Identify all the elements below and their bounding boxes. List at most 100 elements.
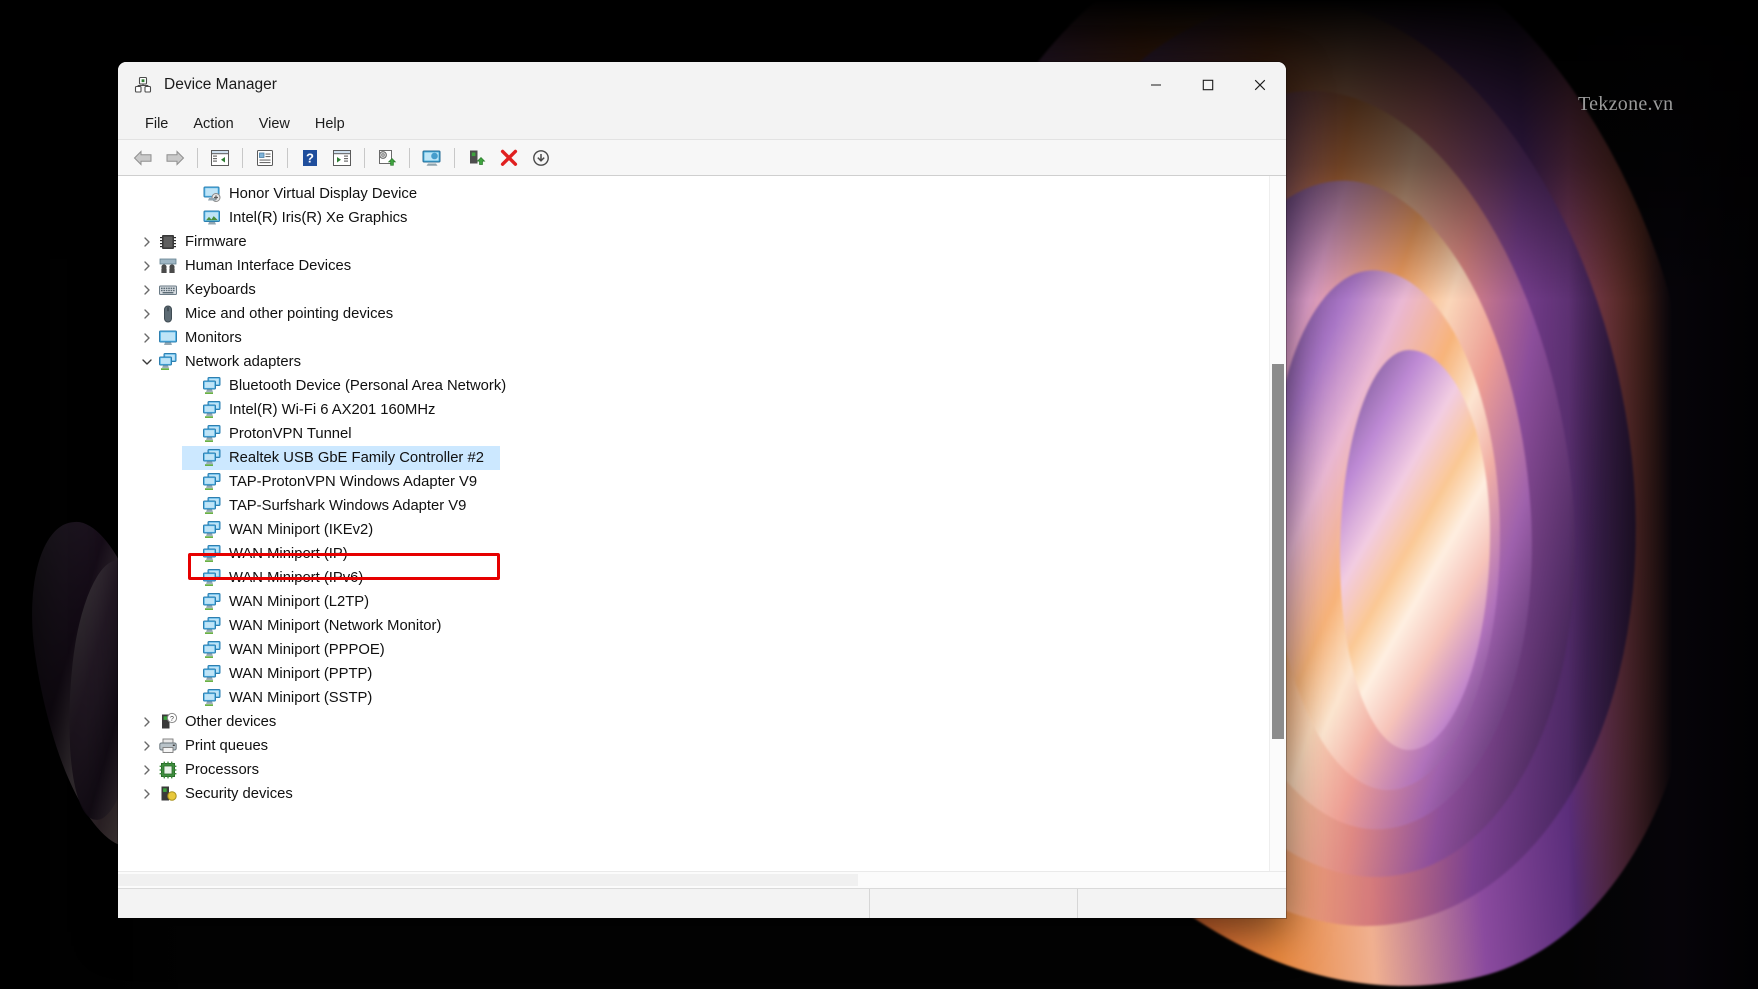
tree-row[interactable]: Firmware <box>118 230 1269 254</box>
tree-row[interactable]: Network adapters <box>118 350 1269 374</box>
tree-row[interactable]: WAN Miniport (L2TP) <box>118 590 1269 614</box>
tree-row-label: Security devices <box>185 786 293 802</box>
chevron-right-icon[interactable] <box>138 758 156 782</box>
network-adapter-icon <box>202 472 222 492</box>
network-adapter-icon <box>202 664 222 684</box>
minimize-button[interactable] <box>1130 62 1182 108</box>
chevron-right-icon[interactable] <box>138 254 156 278</box>
scan-for-hardware-changes-icon[interactable] <box>417 144 447 172</box>
chevron-right-icon[interactable] <box>138 326 156 350</box>
device-tree[interactable]: Honor Virtual Display Device Intel(R) Ir… <box>118 176 1269 871</box>
show-hide-console-tree-icon[interactable] <box>205 144 235 172</box>
tree-row[interactable]: Print queues <box>118 734 1269 758</box>
tree-row[interactable]: ? Other devices <box>118 710 1269 734</box>
menu-item-action[interactable]: Action <box>182 113 244 135</box>
tree-row-label: WAN Miniport (SSTP) <box>229 690 372 706</box>
toolbar-separator <box>409 148 410 168</box>
tree-row[interactable]: WAN Miniport (IPv6) <box>118 566 1269 590</box>
site-watermark: Tekzone.vn <box>1578 93 1673 116</box>
tree-row[interactable]: TAP-ProtonVPN Windows Adapter V9 <box>118 470 1269 494</box>
show-hide-action-pane-icon[interactable] <box>327 144 357 172</box>
network-adapter-icon <box>202 640 222 660</box>
monitor-icon <box>158 328 178 348</box>
keyboard-icon <box>158 280 178 300</box>
device-manager-window: Device Manager File Action View Help <box>118 62 1286 918</box>
tree-row-label: Firmware <box>185 234 247 250</box>
tree-row-label: Other devices <box>185 714 276 730</box>
tree-row-label: WAN Miniport (Network Monitor) <box>229 618 441 634</box>
tree-row-label: Human Interface Devices <box>185 258 351 274</box>
tree-row[interactable]: Intel(R) Wi-Fi 6 AX201 160MHz <box>118 398 1269 422</box>
tree-row-label: WAN Miniport (IP) <box>229 546 348 562</box>
maximize-button[interactable] <box>1182 62 1234 108</box>
status-segment-main <box>118 889 870 918</box>
network-adapter-icon <box>202 448 222 468</box>
tree-row[interactable]: Intel(R) Iris(R) Xe Graphics <box>118 206 1269 230</box>
chevron-right-icon[interactable] <box>138 734 156 758</box>
horizontal-scrollbar[interactable] <box>118 871 1286 888</box>
printer-icon <box>158 736 178 756</box>
network-adapter-icon <box>202 400 222 420</box>
update-driver-icon[interactable] <box>372 144 402 172</box>
tree-row[interactable]: WAN Miniport (PPPOE) <box>118 638 1269 662</box>
help-icon[interactable]: ? <box>295 144 325 172</box>
network-adapter-icon <box>202 592 222 612</box>
tree-row[interactable]: Mice and other pointing devices <box>118 302 1269 326</box>
window-title: Device Manager <box>164 76 1130 94</box>
tree-row[interactable]: WAN Miniport (PPTP) <box>118 662 1269 686</box>
tree-row-label: TAP-Surfshark Windows Adapter V9 <box>229 498 466 514</box>
status-segment-3 <box>1078 889 1286 918</box>
chevron-right-icon[interactable] <box>138 782 156 806</box>
tree-row[interactable]: Human Interface Devices <box>118 254 1269 278</box>
tree-row-label: WAN Miniport (IKEv2) <box>229 522 373 538</box>
status-bar <box>118 888 1286 918</box>
vertical-scrollbar-thumb[interactable] <box>1272 364 1284 739</box>
disable-device-icon[interactable] <box>526 144 556 172</box>
chevron-right-icon[interactable] <box>138 230 156 254</box>
chevron-down-icon[interactable] <box>138 350 156 374</box>
tree-row[interactable]: TAP-Surfshark Windows Adapter V9 <box>118 494 1269 518</box>
toolbar-separator <box>197 148 198 168</box>
menu-item-help[interactable]: Help <box>304 113 356 135</box>
chevron-right-icon[interactable] <box>138 710 156 734</box>
menu-item-view[interactable]: View <box>248 113 301 135</box>
horizontal-scrollbar-thumb[interactable] <box>118 874 858 886</box>
close-button[interactable] <box>1234 62 1286 108</box>
uninstall-device-icon[interactable] <box>494 144 524 172</box>
back-icon[interactable] <box>128 144 158 172</box>
device-manager-icon <box>134 76 152 94</box>
tree-row-selected[interactable]: Realtek USB GbE Family Controller #2 <box>118 446 1269 470</box>
tree-row-label: Network adapters <box>185 354 301 370</box>
menu-bar: File Action View Help <box>118 108 1286 140</box>
tree-row[interactable]: Processors <box>118 758 1269 782</box>
device-tree-panel: Honor Virtual Display Device Intel(R) Ir… <box>118 176 1286 871</box>
title-bar[interactable]: Device Manager <box>118 62 1286 108</box>
tree-row[interactable]: WAN Miniport (IP) <box>118 542 1269 566</box>
firmware-icon <box>158 232 178 252</box>
tree-row[interactable]: Security devices <box>118 782 1269 806</box>
chevron-right-icon[interactable] <box>138 302 156 326</box>
toolbar-separator <box>454 148 455 168</box>
tree-row[interactable]: Honor Virtual Display Device <box>118 182 1269 206</box>
tree-row-label: WAN Miniport (IPv6) <box>229 570 363 586</box>
vertical-scrollbar[interactable] <box>1269 176 1286 871</box>
tree-row-label: Processors <box>185 762 259 778</box>
properties-icon[interactable] <box>250 144 280 172</box>
enable-device-icon[interactable] <box>462 144 492 172</box>
tree-row[interactable]: WAN Miniport (Network Monitor) <box>118 614 1269 638</box>
tree-row[interactable]: ProtonVPN Tunnel <box>118 422 1269 446</box>
tree-row[interactable]: Keyboards <box>118 278 1269 302</box>
tree-row[interactable]: Bluetooth Device (Personal Area Network) <box>118 374 1269 398</box>
tree-row-label: Realtek USB GbE Family Controller #2 <box>229 450 484 466</box>
status-segment-2 <box>870 889 1078 918</box>
tree-row-label: ProtonVPN Tunnel <box>229 426 352 442</box>
tree-row[interactable]: WAN Miniport (IKEv2) <box>118 518 1269 542</box>
hid-icon <box>158 256 178 276</box>
menu-item-file[interactable]: File <box>134 113 179 135</box>
tree-row[interactable]: Monitors <box>118 326 1269 350</box>
tree-row[interactable]: WAN Miniport (SSTP) <box>118 686 1269 710</box>
chevron-right-icon[interactable] <box>138 278 156 302</box>
toolbar-separator <box>242 148 243 168</box>
tree-row-label: WAN Miniport (PPTP) <box>229 666 372 682</box>
forward-icon[interactable] <box>160 144 190 172</box>
